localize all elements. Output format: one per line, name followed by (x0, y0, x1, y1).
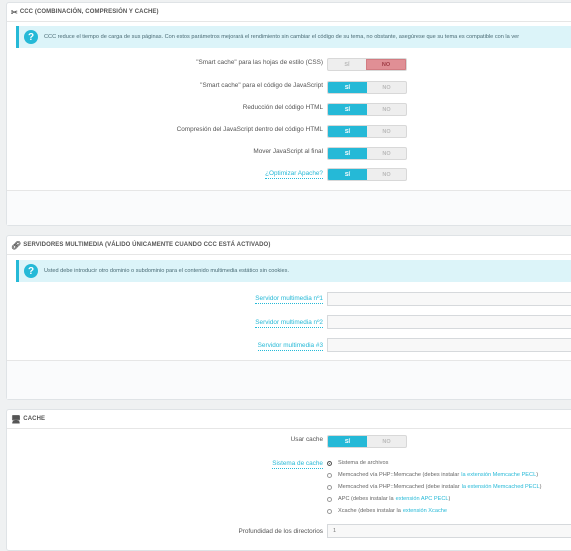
switch-yes[interactable]: SÍ (328, 148, 367, 159)
option-suffix: ) (536, 472, 539, 478)
ccc-row-label: Mover JavaScript al final (253, 148, 323, 155)
option-text: Xcache (debes instalar la (338, 508, 401, 514)
radio-button[interactable] (327, 508, 332, 514)
switch-yes[interactable]: SÍ (328, 59, 366, 70)
ccc-row-html: Reducción del código HTML SÍ NO (7, 103, 407, 116)
ccc-row-move-js: Mover JavaScript al final SÍ NO (7, 147, 407, 160)
option-text: APC (debes instalar la (338, 496, 394, 502)
link-icon: 🔗︎ (11, 240, 22, 250)
cache-option-memcached[interactable]: Memcached vía PHP::Memcached (debe insta… (327, 481, 571, 493)
switch-yes[interactable]: SÍ (328, 169, 367, 180)
ccc-row-label: "Smart cache" para el código de JavaScri… (200, 82, 323, 89)
option-text: Memcached vía PHP::Memcache (debes insta… (338, 472, 460, 478)
option-link[interactable]: la extensión Memcache PECL (461, 472, 536, 478)
ccc-panel-title: CCC (COMBINACIÓN, COMPRESIÓN Y CACHE) (19, 9, 159, 15)
help-icon: ? (24, 30, 38, 44)
depth-input[interactable]: 1 (327, 524, 571, 538)
option-suffix: ) (448, 496, 451, 502)
radio-button[interactable] (327, 484, 332, 490)
monitor-icon: 🖥︎ (11, 414, 22, 424)
cache-system-label[interactable]: Sistema de cache (272, 459, 323, 469)
radio-button[interactable] (327, 472, 332, 478)
use-cache-switch[interactable]: SÍ NO (327, 435, 407, 448)
smart-cache-css-switch[interactable]: SÍ NO (327, 58, 407, 71)
option-link[interactable]: extensión Xcache (403, 508, 447, 514)
cache-panel-header: 🖥︎ CACHE (7, 410, 571, 429)
option-link[interactable]: la extensión Memcached PECL (462, 484, 540, 490)
use-cache-label: Usar cache (290, 436, 323, 443)
ccc-row-label: Reducción del código HTML (242, 104, 323, 111)
option-suffix: ) (539, 484, 542, 490)
switch-no[interactable]: NO (367, 104, 406, 115)
switch-yes[interactable]: SÍ (328, 436, 367, 447)
switch-no[interactable]: NO (367, 82, 406, 93)
switch-no[interactable]: NO (367, 148, 406, 159)
cache-panel-title: CACHE (23, 416, 46, 422)
switch-yes[interactable]: SÍ (328, 82, 367, 93)
media-panel-footer (7, 360, 571, 399)
media-server-2-label[interactable]: Servidor multimedia nº2 (255, 318, 323, 328)
help-icon: ? (24, 264, 38, 278)
ccc-row-js: "Smart cache" para el código de JavaScri… (7, 81, 407, 94)
switch-no[interactable]: NO (367, 436, 406, 447)
cache-panel: 🖥︎ CACHE Usar cache SÍ NO Sistema de cac… (6, 409, 571, 551)
ccc-info-alert: ? CCC reduce el tiempo de carga de sus p… (16, 26, 571, 48)
ccc-row-apache: ¿Optimizar Apache? SÍ NO (7, 168, 407, 181)
minify-html-switch[interactable]: SÍ NO (327, 103, 407, 116)
ccc-row-inline-js: Compresión del JavaScript dentro del cód… (7, 125, 407, 138)
move-js-switch[interactable]: SÍ NO (327, 147, 407, 160)
media-server-3-input[interactable] (327, 338, 571, 352)
media-panel-title: SERVIDORES MULTIMEDIA (VÁLIDO ÚNICAMENTE… (23, 242, 271, 248)
media-server-1-label[interactable]: Servidor multimedia nº1 (255, 294, 323, 304)
switch-yes[interactable]: SÍ (328, 104, 367, 115)
cache-option-filesystem[interactable]: Sistema de archivos (327, 457, 571, 469)
smart-cache-js-switch[interactable]: SÍ NO (327, 81, 407, 94)
depth-label: Profundidad de los directorios (238, 528, 323, 535)
radio-button[interactable] (327, 496, 332, 502)
media-info-text: Usted debe introducir otro dominio o sub… (44, 268, 290, 274)
ccc-panel: ✂ CCC (COMBINACIÓN, COMPRESIÓN Y CACHE) … (6, 2, 571, 226)
ccc-row-label: Compresión del JavaScript dentro del cód… (176, 126, 323, 133)
cache-option-xcache[interactable]: Xcache (debes instalar la extensión Xcac… (327, 505, 571, 517)
ccc-panel-header: ✂ CCC (COMBINACIÓN, COMPRESIÓN Y CACHE) (7, 3, 571, 22)
ccc-panel-footer (7, 190, 571, 225)
optimize-apache-switch[interactable]: SÍ NO (327, 168, 407, 181)
cache-option-memcache[interactable]: Memcached vía PHP::Memcache (debes insta… (327, 469, 571, 481)
switch-yes[interactable]: SÍ (328, 126, 367, 137)
ccc-row-label: "Smart cache" para las hojas de estilo (… (196, 59, 323, 66)
ccc-info-text: CCC reduce el tiempo de carga de sus pág… (44, 34, 520, 40)
media-servers-panel: 🔗︎ SERVIDORES MULTIMEDIA (VÁLIDO ÚNICAME… (6, 235, 571, 400)
compress-inline-js-switch[interactable]: SÍ NO (327, 125, 407, 138)
option-link[interactable]: extensión APC PECL (396, 496, 449, 502)
switch-no[interactable]: NO (367, 169, 406, 180)
cache-system-options: Sistema de archivos Memcached vía PHP::M… (327, 457, 571, 517)
media-panel-header: 🔗︎ SERVIDORES MULTIMEDIA (VÁLIDO ÚNICAME… (7, 236, 571, 255)
switch-no[interactable]: NO (367, 126, 406, 137)
use-cache-row: Usar cache SÍ NO (7, 435, 407, 448)
option-text: Memcached vía PHP::Memcached (debe insta… (338, 484, 460, 490)
ccc-row-css: "Smart cache" para las hojas de estilo (… (7, 58, 407, 71)
media-server-1-input[interactable] (327, 292, 571, 306)
media-server-2-input[interactable] (327, 315, 571, 329)
cache-option-apc[interactable]: APC (debes instalar la extensión APC PEC… (327, 493, 571, 505)
option-text: Sistema de archivos (338, 460, 389, 466)
switch-no[interactable]: NO (366, 59, 406, 70)
radio-button[interactable] (327, 460, 332, 466)
optimize-apache-label[interactable]: ¿Optimizar Apache? (265, 169, 323, 179)
media-server-3-label[interactable]: Servidor multimedia #3 (257, 341, 323, 351)
media-info-alert: ? Usted debe introducir otro dominio o s… (16, 260, 571, 282)
tools-icon: ✂ (11, 7, 18, 17)
